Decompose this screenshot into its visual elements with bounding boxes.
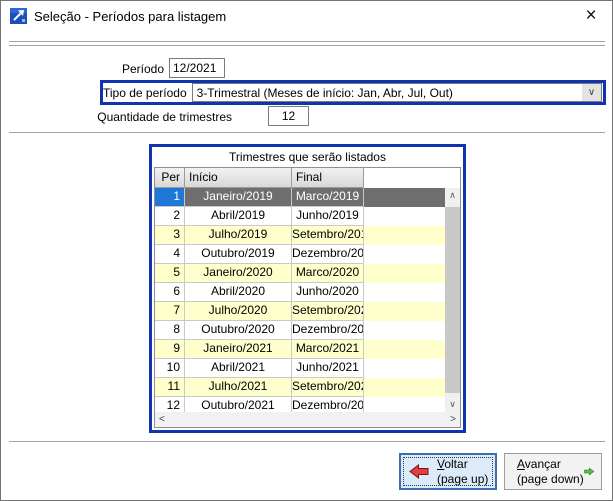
separator-bottom — [9, 441, 605, 445]
table-row[interactable]: 3Julho/2019Setembro/2019 — [155, 226, 445, 245]
horizontal-scrollbar[interactable]: < > — [155, 412, 460, 427]
cell-inicio[interactable]: Janeiro/2021 — [185, 340, 292, 359]
table-row[interactable]: 10Abril/2021Junho/2021 — [155, 359, 445, 378]
cell-final[interactable]: Marco/2019 — [292, 188, 364, 207]
voltar-button-label: Voltar — [437, 457, 488, 472]
tipo-periodo-label: Tipo de período — [103, 86, 187, 100]
cell-final[interactable]: Marco/2021 — [292, 340, 364, 359]
cell-inicio[interactable]: Julho/2019 — [185, 226, 292, 245]
grid-rows: 1Janeiro/2019Marco/20192Abril/2019Junho/… — [155, 188, 445, 412]
table-row[interactable]: 5Janeiro/2020Marco/2020 — [155, 264, 445, 283]
cell-inicio[interactable]: Abril/2019 — [185, 207, 292, 226]
cell-per[interactable]: 4 — [155, 245, 185, 264]
cell-per[interactable]: 7 — [155, 302, 185, 321]
cell-inicio[interactable]: Abril/2020 — [185, 283, 292, 302]
table-row[interactable]: 2Abril/2019Junho/2019 — [155, 207, 445, 226]
scroll-up-icon[interactable]: ∧ — [445, 188, 460, 203]
cell-per[interactable]: 2 — [155, 207, 185, 226]
avancar-button[interactable]: Avançar (page down) — [504, 453, 602, 490]
cell-per[interactable]: 10 — [155, 359, 185, 378]
cell-final[interactable]: Setembro/2019 — [292, 226, 364, 245]
tipo-periodo-row: Tipo de período 3-Trimestral (Meses de i… — [100, 80, 606, 105]
scroll-right-icon[interactable]: > — [450, 414, 456, 425]
cell-final[interactable]: Setembro/2021 — [292, 378, 364, 397]
tipo-periodo-select[interactable]: 3-Trimestral (Meses de início: Jan, Abr,… — [192, 83, 602, 102]
cell-per[interactable]: 11 — [155, 378, 185, 397]
cell-final[interactable]: Marco/2020 — [292, 264, 364, 283]
table-row[interactable]: 8Outubro/2020Dezembro/2020 — [155, 321, 445, 340]
cell-per[interactable]: 3 — [155, 226, 185, 245]
cell-final[interactable]: Setembro/2020 — [292, 302, 364, 321]
cell-inicio[interactable]: Outubro/2020 — [185, 321, 292, 340]
avancar-button-label: Avançar — [517, 457, 584, 472]
arrow-right-icon — [584, 464, 594, 479]
quantidade-input[interactable] — [268, 106, 309, 126]
chevron-down-icon[interactable]: ∨ — [582, 84, 601, 101]
quantidade-label: Quantidade de trimestres — [1, 110, 232, 124]
voltar-button-sublabel: (page up) — [437, 472, 488, 487]
avancar-button-sublabel: (page down) — [517, 472, 584, 487]
cell-final[interactable]: Junho/2021 — [292, 359, 364, 378]
scroll-left-icon[interactable]: < — [159, 414, 165, 425]
cell-per[interactable]: 12 — [155, 397, 185, 412]
voltar-button[interactable]: Voltar (page up) — [399, 453, 497, 490]
cell-final[interactable]: Dezembro/2020 — [292, 321, 364, 340]
quarters-grid: Per Início Final 1Janeiro/2019Marco/2019… — [154, 167, 461, 428]
cell-final[interactable]: Dezembro/2019 — [292, 245, 364, 264]
table-row[interactable]: 9Janeiro/2021Marco/2021 — [155, 340, 445, 359]
cell-inicio[interactable]: Outubro/2021 — [185, 397, 292, 412]
cell-inicio[interactable]: Outubro/2019 — [185, 245, 292, 264]
separator-top — [9, 41, 605, 46]
vertical-scrollbar-track[interactable] — [445, 203, 460, 397]
title-bar: Seleção - Períodos para listagem × — [1, 1, 612, 31]
close-icon[interactable]: × — [570, 1, 612, 31]
cell-inicio[interactable]: Janeiro/2019 — [185, 188, 292, 207]
arrow-left-icon — [409, 464, 429, 479]
cell-inicio[interactable]: Janeiro/2020 — [185, 264, 292, 283]
table-row[interactable]: 12Outubro/2021Dezembro/2021 — [155, 397, 445, 412]
cell-final[interactable]: Junho/2020 — [292, 283, 364, 302]
vertical-scrollbar-thumb[interactable] — [445, 207, 460, 393]
column-header-inicio[interactable]: Início — [185, 168, 292, 188]
cell-per[interactable]: 9 — [155, 340, 185, 359]
cell-inicio[interactable]: Julho/2021 — [185, 378, 292, 397]
column-header-final[interactable]: Final — [292, 168, 364, 188]
periodo-input[interactable] — [169, 58, 225, 78]
quarters-grid-viewport: Per Início Final 1Janeiro/2019Marco/2019… — [155, 168, 445, 412]
table-row[interactable]: 6Abril/2020Junho/2020 — [155, 283, 445, 302]
separator-middle — [9, 132, 605, 136]
cell-final[interactable]: Junho/2019 — [292, 207, 364, 226]
periodo-label: Período — [1, 62, 164, 76]
vertical-scrollbar[interactable]: ∧ ∨ — [445, 188, 460, 412]
cell-per[interactable]: 5 — [155, 264, 185, 283]
cell-per[interactable]: 8 — [155, 321, 185, 340]
cell-per[interactable]: 1 — [155, 188, 185, 207]
table-row[interactable]: 11Julho/2021Setembro/2021 — [155, 378, 445, 397]
cell-per[interactable]: 6 — [155, 283, 185, 302]
table-row[interactable]: 1Janeiro/2019Marco/2019 — [155, 188, 445, 207]
cell-final[interactable]: Dezembro/2021 — [292, 397, 364, 412]
cell-inicio[interactable]: Abril/2021 — [185, 359, 292, 378]
scroll-down-icon[interactable]: ∨ — [445, 397, 460, 412]
column-header-per[interactable]: Per — [155, 168, 185, 188]
table-row[interactable]: 4Outubro/2019Dezembro/2019 — [155, 245, 445, 264]
cell-inicio[interactable]: Julho/2020 — [185, 302, 292, 321]
app-icon — [10, 8, 27, 24]
window-title: Seleção - Períodos para listagem — [34, 9, 226, 24]
grid-header-row: Per Início Final — [155, 168, 445, 188]
dialog-window: Seleção - Períodos para listagem × Perío… — [0, 0, 613, 501]
tipo-periodo-value: 3-Trimestral (Meses de início: Jan, Abr,… — [197, 86, 453, 100]
quarters-panel: Trimestres que serão listados Per Início… — [149, 144, 466, 433]
table-row[interactable]: 7Julho/2020Setembro/2020 — [155, 302, 445, 321]
quarters-panel-title: Trimestres que serão listados — [152, 147, 463, 167]
